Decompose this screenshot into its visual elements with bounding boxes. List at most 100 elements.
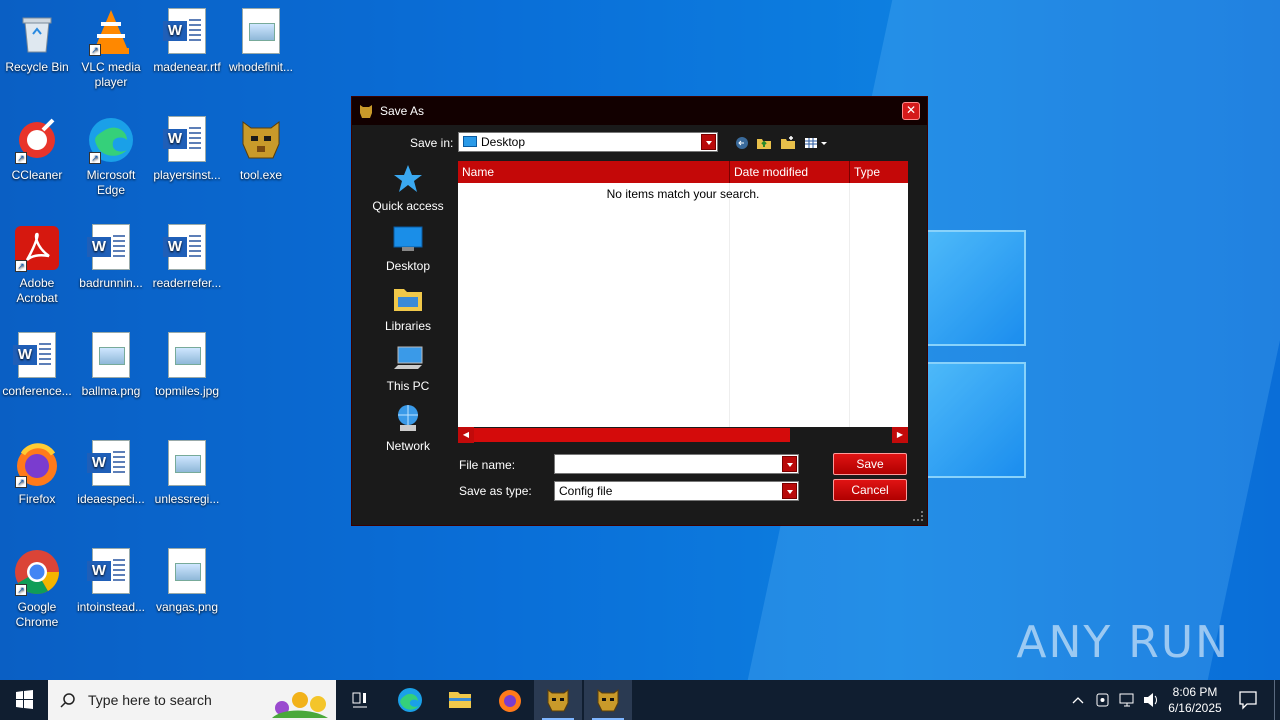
desktop-icon-label: VLC media player: [81, 60, 141, 89]
desktop-icon-label: Google Chrome: [15, 600, 59, 629]
desktop-icon-label: tool.exe: [239, 168, 283, 182]
anyrun-watermark: ANY RUN: [1016, 617, 1230, 668]
desktop-icon-recycle-bin[interactable]: Recycle Bin: [0, 8, 74, 75]
taskbar-tool-exe-1[interactable]: [534, 680, 582, 720]
task-view-icon: [352, 692, 367, 708]
dialog-titlebar[interactable]: Save As: [352, 97, 927, 125]
network-status-icon: [1119, 693, 1134, 707]
column-header-name[interactable]: Name: [462, 165, 494, 179]
word-doc-icon: W: [163, 116, 211, 164]
desktop-icon-label: badrunnin...: [79, 276, 143, 290]
taskbar-firefox[interactable]: [486, 680, 534, 720]
cancel-button[interactable]: Cancel: [833, 479, 907, 501]
taskbar-file-explorer[interactable]: [436, 680, 484, 720]
place-label: This PC: [386, 379, 430, 393]
column-header-date-modified[interactable]: Date modified: [734, 165, 808, 179]
desktop-icon: [392, 223, 424, 255]
desktop-icon-label: Recycle Bin: [5, 60, 69, 74]
save-button[interactable]: Save: [833, 453, 907, 475]
up-folder-icon[interactable]: [756, 135, 772, 151]
place-quick-access[interactable]: Quick access: [358, 163, 458, 213]
desktop-icon-ballma[interactable]: ballma.png: [74, 332, 148, 399]
desktop-icon-google-chrome[interactable]: ↗ Google Chrome: [0, 548, 74, 630]
desktop-icon-readerrefer[interactable]: W readerrefer...: [150, 224, 224, 291]
tray-network-button[interactable]: [1118, 680, 1136, 720]
desktop-icon-label: readerrefer...: [152, 276, 222, 290]
task-view-button[interactable]: [336, 680, 384, 720]
place-this-pc[interactable]: This PC: [358, 343, 458, 393]
desktop-icon-ideaespeci[interactable]: W ideaespeci...: [74, 440, 148, 507]
desktop-icon-label: ballma.png: [81, 384, 141, 398]
close-button[interactable]: ✕: [902, 102, 920, 120]
taskbar-tool-exe-2[interactable]: [584, 680, 632, 720]
desktop-icon-label: Firefox: [18, 492, 56, 506]
taskbar-search-box[interactable]: Type here to search: [48, 680, 336, 720]
save-in-combo[interactable]: Desktop: [458, 132, 718, 152]
tray-device-button[interactable]: [1094, 680, 1112, 720]
notification-center-button[interactable]: [1236, 680, 1260, 720]
desktop-icon-label: conference...: [2, 384, 72, 398]
word-doc-icon: W: [163, 8, 211, 56]
scroll-left-icon[interactable]: ◀: [458, 427, 474, 443]
empty-message: No items match your search.: [606, 187, 760, 201]
save-as-type-select[interactable]: Config file: [554, 481, 799, 501]
scrollbar-thumb[interactable]: [474, 428, 790, 442]
new-folder-icon[interactable]: [780, 135, 796, 151]
desktop-icon-badrunnin[interactable]: W badrunnin...: [74, 224, 148, 291]
edge-icon: [398, 688, 422, 712]
star-icon: [392, 163, 424, 195]
desktop-icon-microsoft-edge[interactable]: ↗ Microsoft Edge: [74, 116, 148, 198]
desktop-icon-conference[interactable]: W conference...: [0, 332, 74, 399]
taskbar-edge[interactable]: [386, 680, 434, 720]
desktop-icon-firefox[interactable]: ↗ Firefox: [0, 440, 74, 507]
save-as-type-value: Config file: [559, 484, 613, 498]
save-as-dialog: Save As ✕ Save in: Desktop Quick access …: [351, 96, 928, 526]
place-libraries[interactable]: Libraries: [358, 283, 458, 333]
place-network[interactable]: Network: [358, 403, 458, 453]
image-file-icon: [237, 8, 285, 56]
taskbar-clock[interactable]: 8:06 PM 6/16/2025: [1160, 684, 1230, 716]
chevron-down-icon[interactable]: [701, 134, 716, 150]
desktop-icon-label: playersinst...: [153, 168, 221, 182]
desktop-icon-playersinst[interactable]: W playersinst...: [150, 116, 224, 183]
file-explorer-icon: [449, 692, 471, 708]
desktop-icon-label: Microsoft Edge: [86, 168, 136, 197]
search-placeholder: Type here to search: [88, 692, 212, 708]
file-name-label: File name:: [459, 458, 516, 472]
desktop-icon-unlessregi[interactable]: unlessregi...: [150, 440, 224, 507]
show-desktop-button[interactable]: [1274, 680, 1280, 720]
desktop-icon-madenear[interactable]: W madenear.rtf: [150, 8, 224, 75]
folder-icon: [392, 283, 424, 315]
desktop-icon-tool-exe[interactable]: tool.exe: [224, 116, 298, 183]
place-desktop[interactable]: Desktop: [358, 223, 458, 273]
word-doc-icon: W: [163, 224, 211, 272]
resize-grip[interactable]: [913, 511, 923, 521]
back-icon[interactable]: [734, 135, 750, 151]
view-menu-icon[interactable]: [804, 135, 828, 151]
tray-volume-button[interactable]: [1142, 680, 1160, 720]
show-hidden-icons-button[interactable]: [1070, 680, 1086, 720]
chevron-down-icon[interactable]: [782, 483, 797, 499]
desktop-icon-vangas[interactable]: vangas.png: [150, 548, 224, 615]
start-button[interactable]: [0, 680, 48, 720]
file-list[interactable]: Name Date modified Type No items match y…: [458, 161, 908, 427]
tool-exe-icon: [597, 689, 619, 712]
firefox-icon: [499, 690, 521, 712]
column-header-type[interactable]: Type: [854, 165, 880, 179]
chevron-down-icon[interactable]: [782, 456, 797, 472]
windows-start-icon: [16, 690, 33, 709]
search-icon: [60, 693, 75, 708]
desktop-icon-vlc[interactable]: ↗ VLC media player: [74, 8, 148, 90]
desktop-icon-intoinstead[interactable]: W intoinstead...: [74, 548, 148, 615]
file-list-header: Name Date modified Type: [458, 161, 908, 183]
desktop-icon-label: whodefinit...: [228, 60, 294, 74]
volume-icon: [1144, 693, 1157, 707]
desktop-icon-ccleaner[interactable]: ↗ CCleaner: [0, 116, 74, 183]
horizontal-scrollbar[interactable]: ◀ ▶: [458, 427, 908, 443]
file-name-input[interactable]: [554, 454, 799, 474]
desktop-icon-topmiles[interactable]: topmiles.jpg: [150, 332, 224, 399]
save-as-type-label: Save as type:: [459, 484, 532, 498]
desktop-icon-whodefinit[interactable]: whodefinit...: [224, 8, 298, 75]
scroll-right-icon[interactable]: ▶: [892, 427, 908, 443]
desktop-icon-adobe-acrobat[interactable]: ↗ Adobe Acrobat: [0, 224, 74, 306]
